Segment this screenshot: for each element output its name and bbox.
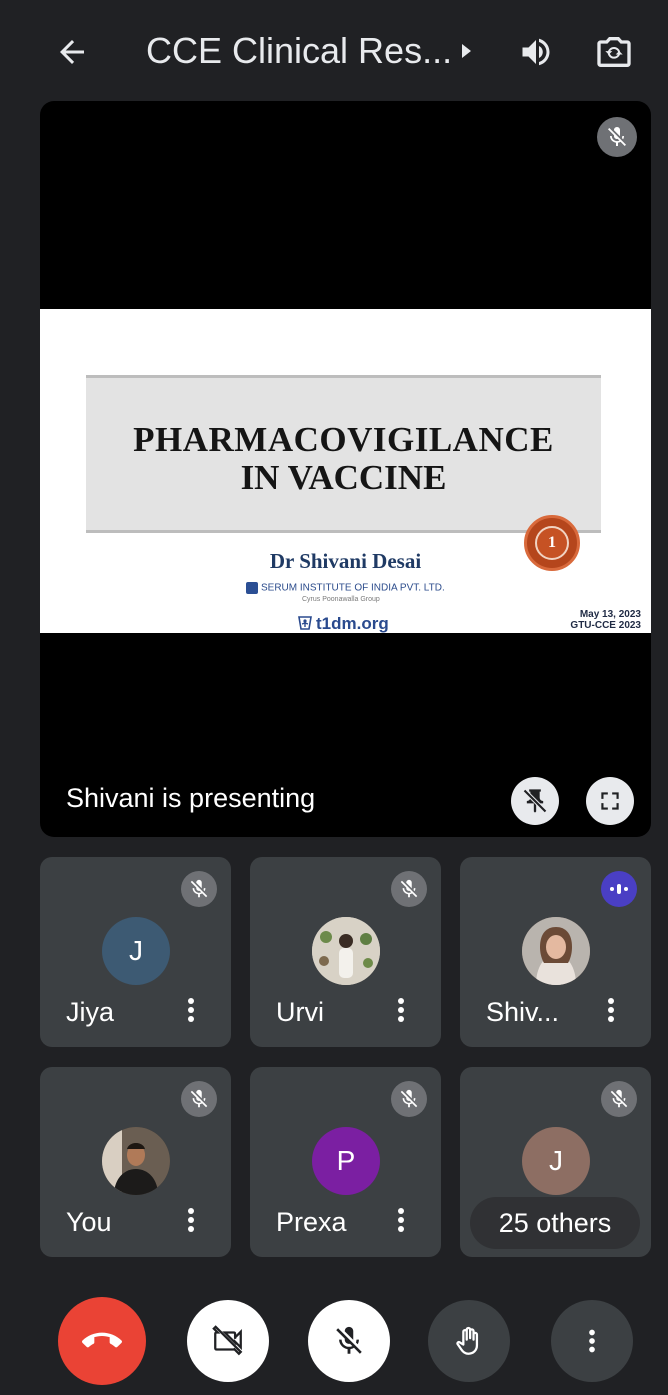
more-vert-icon[interactable] bbox=[186, 1205, 196, 1239]
participant-name: Jiya bbox=[66, 997, 115, 1027]
slide-site-text: t1dm.org bbox=[316, 614, 389, 633]
avatar: J bbox=[102, 917, 170, 985]
avatar: P bbox=[312, 1127, 380, 1195]
slide-site: t1dm.org bbox=[296, 614, 389, 633]
speaker-icon[interactable] bbox=[518, 34, 554, 70]
serum-logo-icon bbox=[246, 582, 258, 594]
more-options-button[interactable] bbox=[551, 1300, 633, 1382]
speaking-indicator-icon bbox=[601, 871, 637, 907]
more-vert-icon[interactable] bbox=[396, 995, 406, 1029]
mic-off-icon bbox=[391, 1081, 427, 1117]
switch-camera-icon[interactable] bbox=[594, 32, 634, 72]
fullscreen-icon[interactable] bbox=[586, 777, 634, 825]
participant-name: Urvi bbox=[276, 997, 324, 1027]
slide-date-line1: May 13, 2023 bbox=[579, 609, 641, 620]
more-vert-icon[interactable] bbox=[396, 1205, 406, 1239]
unpin-icon[interactable] bbox=[511, 777, 559, 825]
mic-off-icon bbox=[597, 117, 637, 157]
slide-org: SERUM INSTITUTE OF INDIA PVT. LTD. bbox=[246, 582, 445, 594]
back-arrow-icon[interactable] bbox=[54, 34, 90, 70]
participant-tile-shivani[interactable]: Shiv... bbox=[460, 857, 651, 1047]
meeting-title[interactable]: CCE Clinical Res... bbox=[146, 30, 452, 72]
raise-hand-icon bbox=[456, 1326, 479, 1355]
phone-hangup-icon bbox=[82, 1332, 122, 1348]
slide-org-sub: Cyrus Poonawalla Group bbox=[302, 596, 380, 603]
slide-title-banner: PHARMACOVIGILANCE IN VACCINE bbox=[86, 375, 601, 533]
slide-author: Dr Shivani Desai bbox=[269, 549, 422, 573]
avatar: J bbox=[522, 1127, 590, 1195]
participant-tile-others[interactable]: J 25 others bbox=[460, 1067, 651, 1257]
slide-date-line2: GTU-CCE 2023 bbox=[570, 620, 641, 631]
avatar-photo bbox=[312, 917, 380, 985]
more-vert-icon[interactable] bbox=[186, 995, 196, 1029]
more-vert-icon bbox=[589, 1329, 595, 1353]
top-bar: CCE Clinical Res... bbox=[10, 8, 658, 98]
mic-off-icon bbox=[391, 871, 427, 907]
mic-off-icon bbox=[181, 871, 217, 907]
meet-call-screen: CCE Clinical Res... PHARMACOVIGILANCE IN… bbox=[10, 8, 658, 1391]
more-vert-icon[interactable] bbox=[606, 995, 616, 1029]
presentation-stage[interactable]: PHARMACOVIGILANCE IN VACCINE 1 Dr Shivan… bbox=[40, 101, 651, 837]
camera-toggle-button[interactable] bbox=[187, 1300, 269, 1382]
mic-off-icon bbox=[336, 1326, 362, 1354]
participant-name: You bbox=[66, 1207, 112, 1237]
others-count-pill[interactable]: 25 others bbox=[470, 1197, 640, 1249]
participant-tile-prexa[interactable]: P Prexa bbox=[250, 1067, 441, 1257]
participant-tile-you[interactable]: You bbox=[40, 1067, 231, 1257]
slide-title-line2: IN VACCINE bbox=[240, 458, 447, 497]
avatar-photo bbox=[522, 917, 590, 985]
end-call-button[interactable] bbox=[58, 1297, 146, 1385]
participant-name: Shiv... bbox=[486, 997, 560, 1027]
participant-name: Prexa bbox=[276, 1207, 347, 1237]
mic-off-icon bbox=[601, 1081, 637, 1117]
participant-tile-urvi[interactable]: Urvi bbox=[250, 857, 441, 1047]
participant-tile-jiya[interactable]: J Jiya bbox=[40, 857, 231, 1047]
mic-off-icon bbox=[181, 1081, 217, 1117]
presenting-label: Shivani is presenting bbox=[66, 783, 316, 813]
shared-slide: PHARMACOVIGILANCE IN VACCINE 1 Dr Shivan… bbox=[40, 309, 651, 633]
slide-title-line1: PHARMACOVIGILANCE bbox=[133, 420, 554, 459]
slide-org-text: SERUM INSTITUTE OF INDIA PVT. LTD. bbox=[261, 582, 445, 594]
t1dm-logo-icon bbox=[298, 616, 312, 630]
videocam-off-icon bbox=[212, 1325, 243, 1356]
mic-toggle-button[interactable] bbox=[308, 1300, 390, 1382]
slide-date: May 13, 2023 GTU-CCE 2023 bbox=[570, 609, 641, 631]
raise-hand-button[interactable] bbox=[428, 1300, 510, 1382]
avatar-photo bbox=[102, 1127, 170, 1195]
title-expand-arrow-icon[interactable] bbox=[462, 44, 471, 58]
